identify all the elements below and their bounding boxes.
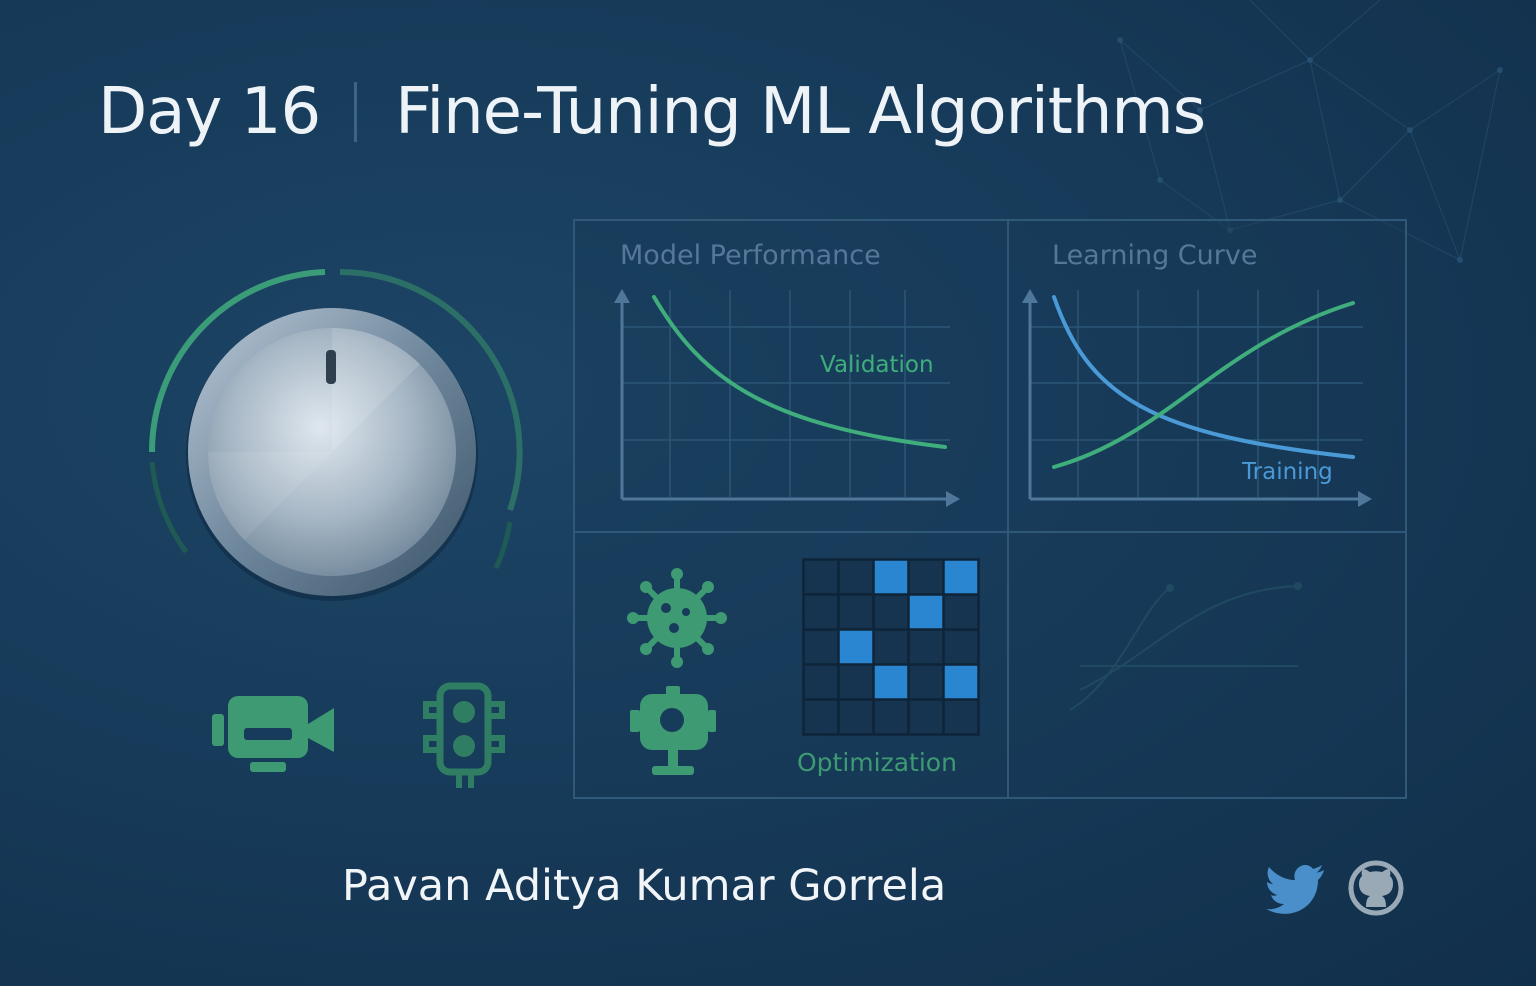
matrix-cell	[803, 699, 839, 735]
matrix-cell-active	[943, 664, 979, 700]
matrix-cell	[908, 699, 944, 735]
optimization-label: Optimization	[797, 748, 957, 777]
matrix-cell	[803, 664, 839, 700]
day-label: Day 16	[98, 75, 321, 149]
virus-icon	[627, 568, 727, 668]
matrix-cell-active	[873, 559, 909, 595]
author-name: Pavan Aditya Kumar Gorrela	[342, 861, 947, 911]
matrix-cell	[838, 664, 874, 700]
matrix-cell-active	[873, 664, 909, 700]
matrix-cell	[908, 629, 944, 665]
page-title: Day 16 Fine-Tuning ML Algorithms	[98, 72, 1206, 152]
matrix-cell	[943, 699, 979, 735]
grid-matrix	[802, 558, 980, 736]
traffic-light-icon	[423, 682, 505, 788]
slide: Day 16 Fine-Tuning ML Algorithms Model P…	[0, 0, 1536, 986]
matrix-cell	[873, 594, 909, 630]
model-performance-label: Model Performance	[620, 240, 881, 271]
webcam-icon	[630, 686, 716, 775]
matrix-cell	[803, 594, 839, 630]
matrix-cell-active	[838, 629, 874, 665]
faded-mini-chart	[1069, 582, 1302, 711]
video-camera-icon	[212, 696, 334, 772]
matrix-cell	[803, 559, 839, 595]
matrix-cell	[803, 629, 839, 665]
matrix-cell	[908, 664, 944, 700]
title-divider	[354, 82, 358, 142]
matrix-cell	[908, 559, 944, 595]
matrix-cell	[838, 559, 874, 595]
matrix-cell	[838, 699, 874, 735]
matrix-cell	[873, 699, 909, 735]
title-text: Fine-Tuning ML Algorithms	[395, 75, 1206, 149]
training-label: Training	[1242, 459, 1333, 485]
matrix-cell-active	[908, 594, 944, 630]
validation-label: Validation	[820, 352, 934, 378]
learning-curve-label: Learning Curve	[1052, 240, 1258, 271]
github-icon[interactable]	[1348, 860, 1404, 916]
matrix-cell	[943, 594, 979, 630]
model-performance-chart	[614, 289, 960, 507]
dial-knob	[132, 255, 532, 620]
matrix-cell	[943, 629, 979, 665]
matrix-cell	[838, 594, 874, 630]
matrix-cell-active	[943, 559, 979, 595]
matrix-cell	[873, 629, 909, 665]
twitter-icon[interactable]	[1266, 864, 1326, 914]
